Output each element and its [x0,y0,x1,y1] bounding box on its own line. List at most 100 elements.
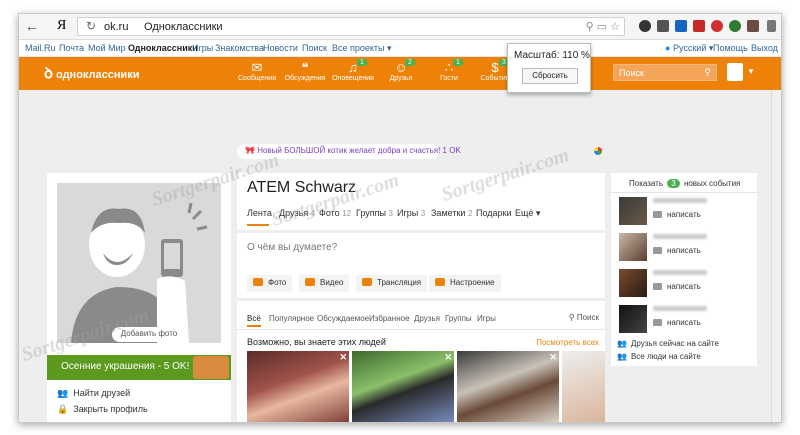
nav-ok[interactable]: Одноклассники [128,43,198,53]
new-events-header[interactable]: Показать 3 новых события [629,179,740,188]
help-link[interactable]: Помощь [713,43,748,53]
chat-icon: ❝ [301,60,309,75]
mood-icon [435,278,445,286]
avatar [619,269,647,297]
nav-news[interactable]: Новости [263,43,298,53]
see-all-link[interactable]: Посмотреть всех [536,338,599,347]
friend-item[interactable]: написать [619,233,757,263]
zoom-reset-button[interactable]: Сбросить [522,68,578,84]
post-composer: О чём вы думаете? Фото Видео Трансляция … [237,233,605,298]
ok-toolbar: ꝺ одноклассники ✉ Сообщения ❝ Обсуждения ♫ О… [19,57,781,90]
post-mood-button[interactable]: Настроение [429,275,501,292]
language-select[interactable]: ● Русский ▾ [665,43,713,54]
write-message-button[interactable]: написать [653,210,701,219]
toolbar-guests[interactable]: ∴ Гости 1 [425,59,473,82]
nav-all-projects[interactable]: Все проекты ▾ [332,43,392,54]
feed-tab-games[interactable]: Игры [477,314,496,323]
download-icon[interactable] [767,20,776,32]
tab-notes[interactable]: Заметки 2 [431,208,472,218]
extension-icon[interactable] [675,20,687,32]
envelope-icon [653,319,662,326]
friends-online-link[interactable]: 👥 Друзья сейчас на сайте [617,339,719,348]
nav-dating[interactable]: Знакомства [215,43,264,53]
extension-icon[interactable] [711,20,723,32]
friend-item[interactable]: написать [619,197,757,227]
feed-tab-popular[interactable]: Популярное [269,314,314,323]
blurred-name [653,234,707,239]
yandex-logo[interactable]: Я [57,18,66,34]
new-events-count: 3 [667,179,680,188]
broadcast-icon [362,278,372,286]
back-button[interactable]: ← [25,18,39,34]
tab-gifts[interactable]: Подарки [476,208,512,218]
feed-tab-friends[interactable]: Друзья [414,314,440,323]
envelope-icon: ✉ [251,60,263,75]
people-icon: 👥 [617,352,627,361]
ok-logo[interactable]: ꝺ одноклассники [44,63,140,83]
chevron-down-icon[interactable]: ▼ [747,67,755,76]
toolbar-discussions[interactable]: ❝ Обсуждения [281,60,329,82]
avatar [619,233,647,261]
avatar [619,197,647,225]
tab-games[interactable]: Игры 3 [397,208,425,218]
toolbar-messages[interactable]: ✉ Сообщения [233,60,281,82]
colorful-dot-icon[interactable] [594,147,602,155]
post-photo-button[interactable]: Фото [247,275,293,292]
user-avatar-menu[interactable] [727,63,743,81]
tab-photos[interactable]: Фото 12 [319,208,351,218]
promo-banner[interactable]: 🎀 Новый БОЛЬШОЙ котик желает добра и сча… [237,144,461,159]
reload-icon[interactable]: ↻ [86,19,96,33]
blurred-name [653,270,707,275]
post-broadcast-button[interactable]: Трансляция [356,275,428,292]
feed-tab-all[interactable]: Всё [247,314,261,323]
suggested-person-photo[interactable] [562,351,605,422]
suggested-person-photo[interactable]: ✕ [457,351,559,422]
lock-icon: 🔒 [57,404,69,414]
pipette-icon[interactable] [657,20,669,32]
extension-icon[interactable] [693,20,705,32]
feed-tab-groups[interactable]: Группы [445,314,472,323]
feed-search[interactable]: ⚲ Поиск [569,313,599,322]
profile-photo-placeholder[interactable]: Добавить фото [57,183,221,343]
exit-link[interactable]: Выход [751,43,778,53]
tab-more[interactable]: Ещё ▾ [515,208,540,219]
write-message-button[interactable]: написать [653,246,701,255]
nav-games[interactable]: Игры [192,43,213,53]
zoom-icon[interactable]: ⚲ ▭ ☆ [586,20,620,33]
toolbar-notifications[interactable]: ♫ Оповещения 1 [329,59,377,82]
extension-icon[interactable] [639,20,651,32]
write-message-button[interactable]: написать [653,282,701,291]
profile-name: ATEM Schwarz [247,179,357,196]
search-icon: ⚲ [704,67,711,77]
tab-friends[interactable]: Друзья 4 [279,208,315,218]
nav-search[interactable]: Поиск [302,43,327,53]
ok-search-input[interactable]: Поиск ⚲ [613,64,717,81]
add-photo-button[interactable]: Добавить фото [112,327,186,342]
friend-item[interactable]: написать [619,305,757,335]
friend-item[interactable]: написать [619,269,757,299]
find-friends-link[interactable]: 👥 Найти друзей [57,388,130,399]
close-icon: ✕ [549,352,557,362]
nav-mailru[interactable]: Mail.Ru [25,43,56,53]
footprints-icon: ∴ [444,60,454,75]
post-video-button[interactable]: Видео [299,275,350,292]
toolbar-friends[interactable]: ☺ Друзья 2 [377,59,425,82]
tab-groups[interactable]: Группы 3 [356,208,393,218]
post-input[interactable]: О чём вы думаете? [247,242,337,253]
feed-tab-favorites[interactable]: Избранное [369,314,410,323]
address-bar[interactable]: ↻ ok.ru Одноклассники ⚲ ▭ ☆ [77,17,625,36]
bug-icon[interactable] [747,20,759,32]
nav-my-world[interactable]: Мой Мир [88,43,126,53]
tab-feed[interactable]: Лента [247,208,272,218]
autumn-decorations-banner[interactable]: Осенние украшения - 5 OK! [47,355,231,380]
suggested-person-photo[interactable]: ✕ [352,351,454,422]
scrollbar[interactable] [771,90,781,422]
grammarly-icon[interactable] [729,20,741,32]
write-message-button[interactable]: написать [653,318,701,327]
bell-icon: ♫ [348,60,358,75]
all-online-link[interactable]: 👥 Все люди на сайте [617,352,701,361]
close-profile-link[interactable]: 🔒 Закрыть профиль [57,404,148,415]
nav-mail[interactable]: Почта [59,43,84,53]
feed-tab-discussed[interactable]: Обсуждаемое [317,314,369,323]
suggested-person-photo[interactable]: ✕ [247,351,349,422]
